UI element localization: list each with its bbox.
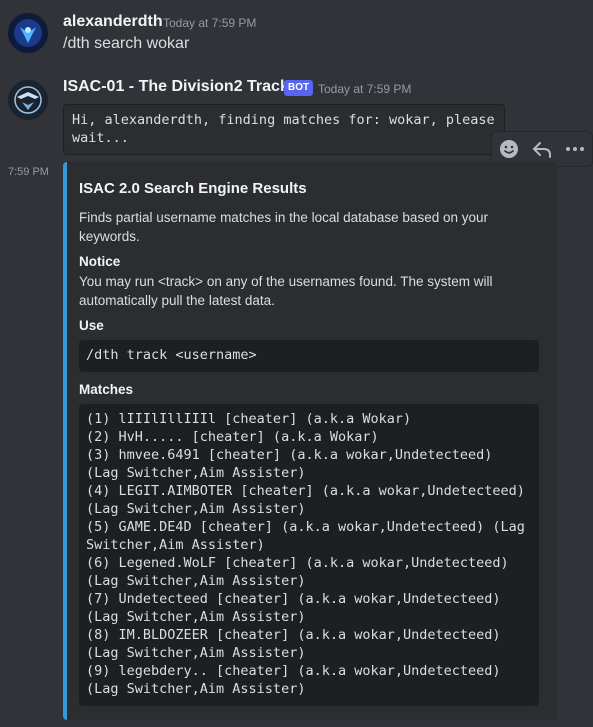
- bot-badge: BOT: [284, 80, 314, 96]
- bot-avatar[interactable]: [8, 80, 48, 120]
- match-line: (1) lIIIlIllIIIl [cheater] (a.k.a Wokar): [86, 411, 412, 427]
- message-code-block: Hi, alexanderdth, finding matches for: w…: [63, 104, 505, 155]
- division-shd-logo-icon: [8, 80, 48, 120]
- match-line: (4) LEGIT.AIMBOTER [cheater] (a.k.a woka…: [86, 483, 525, 517]
- user-avatar[interactable]: [8, 13, 48, 53]
- message-username[interactable]: alexanderdth: [63, 13, 163, 31]
- add-reaction-button[interactable]: [495, 135, 523, 163]
- message-username[interactable]: ISAC-01 - The Division2 Tracker: [63, 78, 304, 96]
- more-options-button[interactable]: [561, 135, 589, 163]
- add-reaction-icon: [499, 140, 518, 158]
- message-text: /dth search wokar: [63, 35, 190, 52]
- match-line: (5) GAME.DE4D [cheater] (a.k.a wokar,Und…: [86, 519, 525, 553]
- search-results-embed: ISAC 2.0 Search Engine Results Finds par…: [63, 162, 557, 720]
- match-line: (8) IM.BLDOZEER [cheater] (a.k.a wokar,U…: [86, 627, 501, 661]
- matches-field-name: Matches: [79, 382, 134, 397]
- reply-icon: [532, 142, 551, 158]
- use-field-name: Use: [79, 318, 104, 333]
- match-line: (6) Legened.WoLF [cheater] (a.k.a wokar,…: [86, 555, 509, 589]
- match-line: (3) hmvee.6491 [cheater] (a.k.a wokar,Un…: [86, 447, 493, 481]
- reply-button[interactable]: [528, 135, 556, 163]
- match-line: (9) legebdery.. [cheater] (a.k.a wokar,U…: [86, 663, 501, 697]
- match-line: (2) HvH..... [cheater] (a.k.a Wokar): [86, 429, 379, 445]
- message-timestamp: Today at 7:59 PM: [163, 16, 257, 30]
- match-line: (7) Undetecteed [cheater] (a.k.a wokar,U…: [86, 591, 501, 625]
- side-timestamp: 7:59 PM: [8, 166, 49, 178]
- user-avatar-image-icon: [8, 13, 48, 53]
- more-options-icon: [566, 147, 585, 151]
- embed-title: ISAC 2.0 Search Engine Results: [79, 180, 307, 197]
- notice-field-name: Notice: [79, 254, 121, 269]
- embed-description: Finds partial username matches in the lo…: [79, 210, 488, 244]
- message-timestamp: Today at 7:59 PM: [318, 82, 412, 96]
- use-command-code: /dth track <username>: [79, 340, 539, 372]
- matches-code-block: (1) lIIIlIllIIIl [cheater] (a.k.a Wokar)…: [79, 404, 539, 706]
- notice-field-value: You may run <track> on any of the userna…: [79, 274, 493, 308]
